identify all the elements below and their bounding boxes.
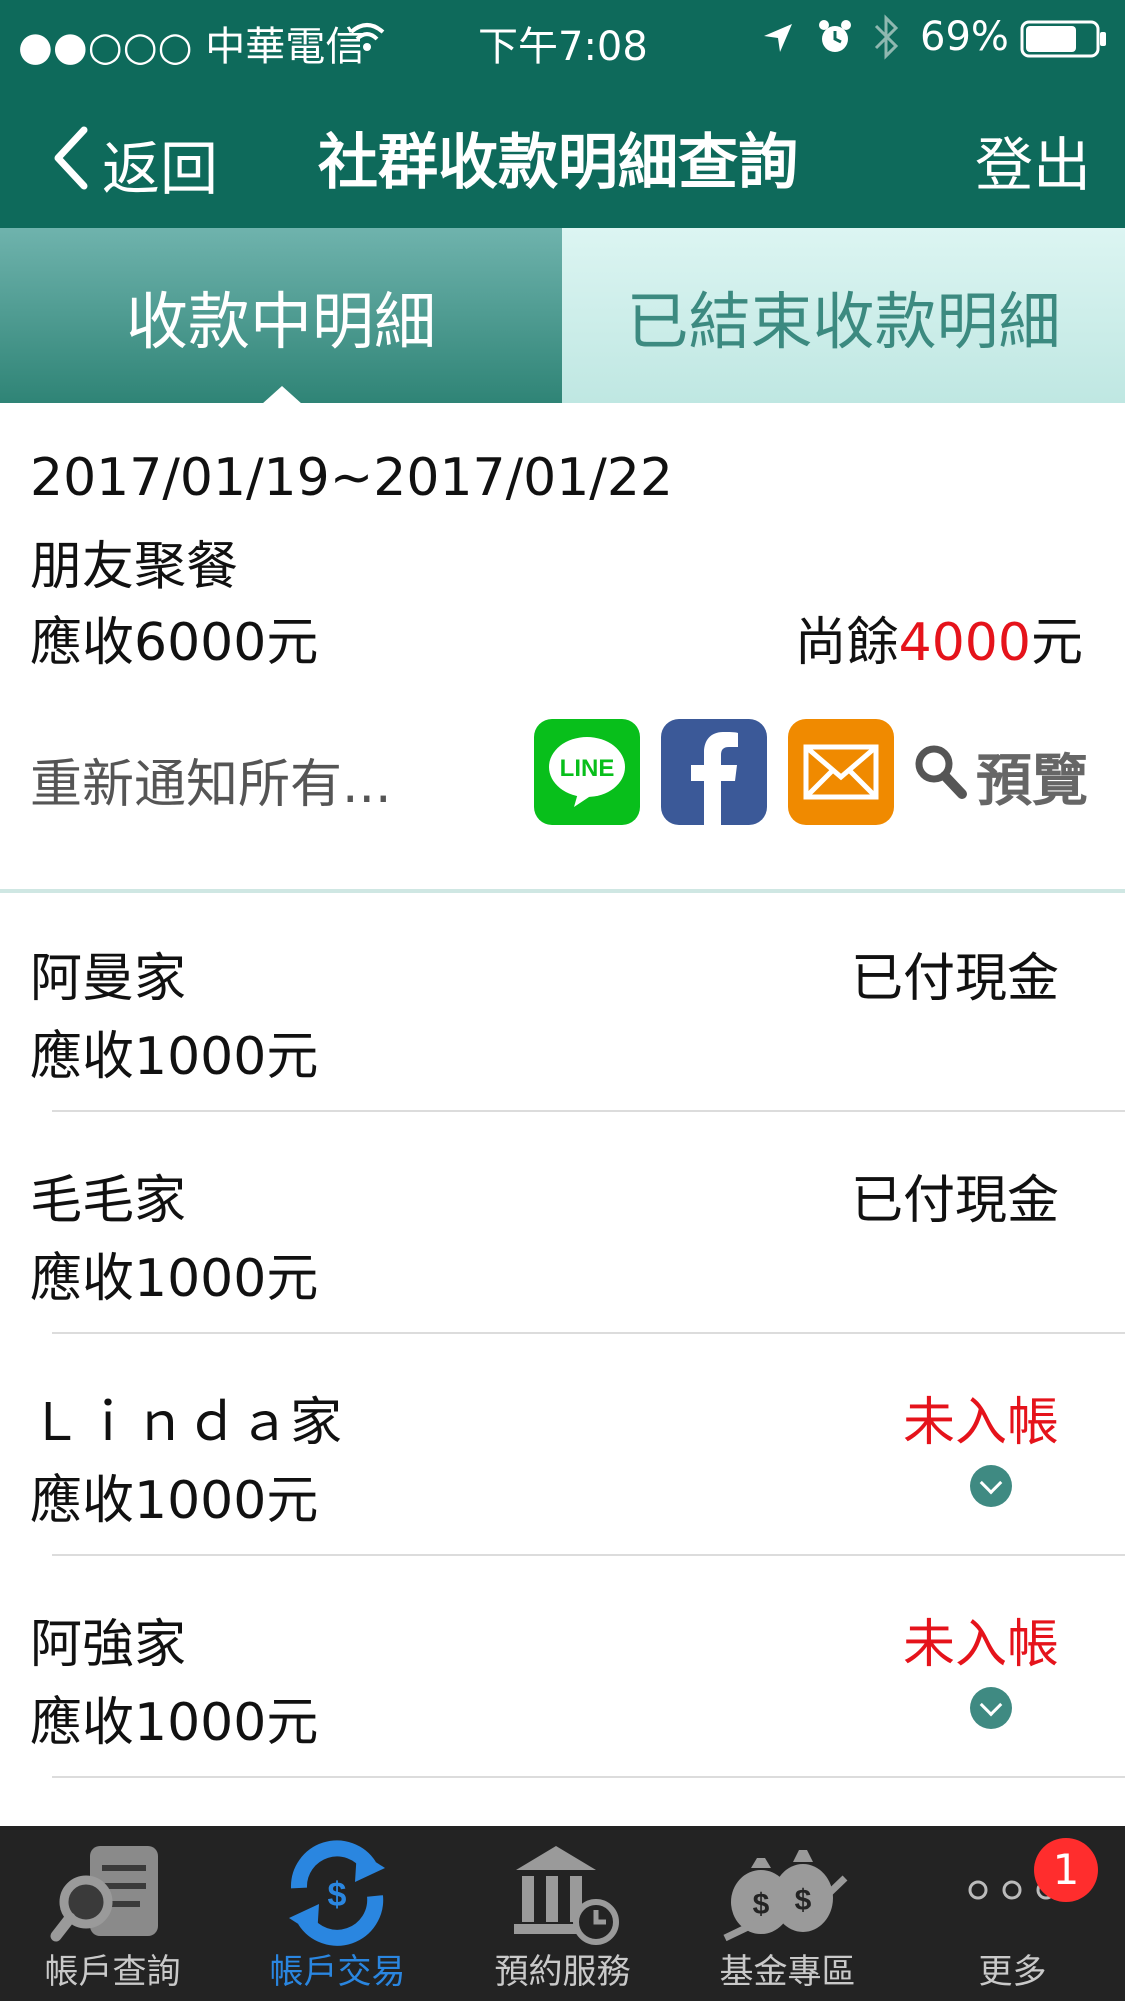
row-divider xyxy=(52,1332,1125,1334)
facebook-icon xyxy=(691,732,738,825)
tab-label: 帳戶查詢 xyxy=(44,1952,181,1992)
event-remaining: 尚餘4000元 xyxy=(795,600,1083,675)
event-name: 朋友聚餐 xyxy=(30,537,239,597)
preview-button[interactable]: 預覽 xyxy=(912,736,1122,816)
back-label: 返回 xyxy=(102,135,219,203)
remaining-suffix: 元 xyxy=(1030,613,1083,673)
preview-label: 預覽 xyxy=(976,749,1088,814)
payment-status: 已付現金 xyxy=(850,1171,1059,1231)
tab-account-inquiry[interactable]: 帳戶查詢 xyxy=(0,1826,225,2001)
payment-status: 已付現金 xyxy=(850,949,1059,1009)
line-share-button[interactable]: LINE xyxy=(534,719,640,825)
money-bags-icon: $ $ xyxy=(715,1838,855,1954)
tab-reservation-service[interactable]: 預約服務 xyxy=(450,1826,675,2001)
event-receivable: 應收6000元 xyxy=(30,613,319,673)
page-title: 社群收款明細查詢 xyxy=(318,128,798,198)
back-button[interactable]: 返回 xyxy=(52,118,232,203)
currency-exchange-icon: $ xyxy=(277,1838,397,1952)
svg-text:$: $ xyxy=(328,1876,347,1914)
member-name: 阿強家 xyxy=(30,1615,187,1675)
member-amount: 應收1000元 xyxy=(30,1693,319,1753)
clock-time: 下午7:08 xyxy=(478,24,648,70)
remaining-amount: 4000 xyxy=(898,613,1031,673)
tab-label: 更多 xyxy=(978,1952,1047,1992)
payment-status: 未入帳 xyxy=(902,1393,1059,1453)
navigation-bar: 返回 社群收款明細查詢 登出 xyxy=(0,78,1125,228)
expand-chevron-icon[interactable] xyxy=(970,1687,1012,1729)
tab-label: 基金專區 xyxy=(719,1952,856,1992)
tab-finished-details[interactable]: 已結束收款明細 xyxy=(562,228,1125,403)
remaining-prefix: 尚餘 xyxy=(794,613,899,673)
member-name: 毛毛家 xyxy=(30,1171,187,1231)
bottom-tab-bar: 帳戶查詢 $ 帳戶交易 預約服務 $ $ 基金專區 更多 xyxy=(0,1826,1125,2001)
member-amount: 應收1000元 xyxy=(30,1249,319,1309)
row-divider xyxy=(52,1776,1125,1778)
email-share-button[interactable] xyxy=(788,719,894,825)
wifi-icon xyxy=(348,20,386,58)
section-divider xyxy=(0,889,1125,893)
member-name: Ｌｉｎｄａ家 xyxy=(30,1393,343,1453)
member-amount: 應收1000元 xyxy=(30,1471,319,1531)
payment-status: 未入帳 xyxy=(902,1615,1059,1675)
member-amount: 應收1000元 xyxy=(30,1027,319,1087)
tab-fund-zone[interactable]: $ $ 基金專區 xyxy=(675,1826,900,2001)
bluetooth-icon xyxy=(872,14,900,64)
mail-icon xyxy=(803,744,879,800)
renotify-all-label[interactable]: 重新通知所有... xyxy=(30,742,392,817)
event-date-range: 2017/01/19~2017/01/22 xyxy=(30,448,673,508)
magnifier-icon xyxy=(912,742,968,806)
line-icon: LINE xyxy=(549,737,625,807)
location-arrow-icon xyxy=(762,22,794,58)
line-icon-text: LINE xyxy=(560,755,615,782)
alarm-icon xyxy=(816,18,854,60)
tab-account-transaction[interactable]: $ 帳戶交易 xyxy=(225,1826,450,2001)
tab-collecting-details[interactable]: 收款中明細 xyxy=(0,228,562,403)
bank-clock-icon xyxy=(506,1840,626,1954)
expand-chevron-icon[interactable] xyxy=(970,1465,1012,1507)
notification-badge: 1 xyxy=(1034,1838,1098,1902)
carrier-text: ●●○○○ 中華電信 xyxy=(18,24,366,70)
chevron-left-icon xyxy=(52,126,88,194)
row-divider xyxy=(52,1554,1125,1556)
logout-button[interactable]: 登出 xyxy=(975,118,1091,202)
active-tab-indicator xyxy=(262,386,302,404)
member-name: 阿曼家 xyxy=(30,949,187,1009)
scroll-search-icon xyxy=(50,1840,176,1954)
segment-tabs: 收款中明細 已結束收款明細 xyxy=(0,228,1125,403)
battery-percent: 69% xyxy=(920,14,1009,60)
battery-icon xyxy=(1020,20,1108,62)
tab-label: 帳戶交易 xyxy=(269,1952,406,1992)
row-divider xyxy=(52,1110,1125,1112)
tab-label: 預約服務 xyxy=(494,1952,631,1992)
facebook-share-button[interactable] xyxy=(661,719,767,825)
status-bar: ●●○○○ 中華電信 下午7:08 69% xyxy=(0,0,1125,78)
